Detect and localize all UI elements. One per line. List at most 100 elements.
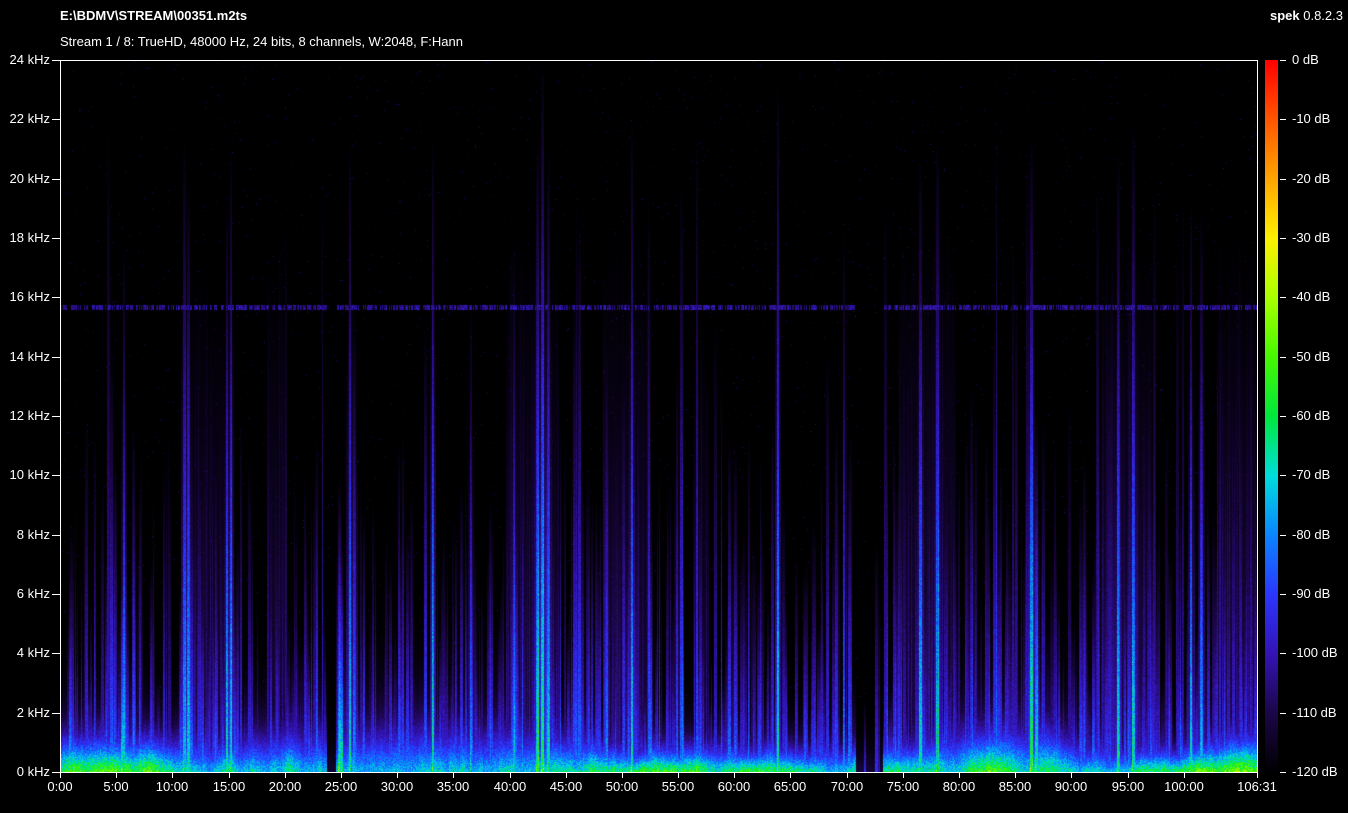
freq-tick-mark (52, 297, 60, 298)
freq-tick-mark (52, 357, 60, 358)
db-tick-label: -90 dB (1292, 586, 1348, 602)
file-path-title: E:\BDMV\STREAM\00351.m2ts (60, 8, 247, 23)
freq-tick-label: 2 kHz (0, 705, 50, 721)
time-tick-mark (790, 773, 791, 778)
time-tick-label: 95:00 (1096, 779, 1160, 795)
freq-tick-label: 16 kHz (0, 289, 50, 305)
db-tick-mark (1280, 297, 1286, 298)
db-tick-mark (1280, 357, 1286, 358)
freq-tick-label: 10 kHz (0, 467, 50, 483)
time-tick-label: 5:00 (84, 779, 148, 795)
db-tick-label: -40 dB (1292, 289, 1348, 305)
time-tick-label: 55:00 (646, 779, 710, 795)
freq-tick-mark (52, 119, 60, 120)
db-tick-mark (1280, 60, 1286, 61)
spek-app-window: E:\BDMV\STREAM\00351.m2ts Stream 1 / 8: … (0, 0, 1348, 813)
db-tick-mark (1280, 119, 1286, 120)
time-tick-mark (566, 773, 567, 778)
time-tick-label: 50:00 (590, 779, 654, 795)
freq-tick-label: 24 kHz (0, 52, 50, 68)
time-tick-mark (1071, 773, 1072, 778)
db-tick-mark (1280, 713, 1286, 714)
app-version: 0.8.2.3 (1303, 8, 1343, 23)
freq-tick-mark (52, 713, 60, 714)
time-tick-mark (285, 773, 286, 778)
freq-tick-mark (52, 179, 60, 180)
db-tick-label: -60 dB (1292, 408, 1348, 424)
time-tick-label: 60:00 (702, 779, 766, 795)
db-tick-label: -70 dB (1292, 467, 1348, 483)
time-tick-label: 25:00 (309, 779, 373, 795)
time-tick-mark (1184, 773, 1185, 778)
time-tick-label: 70:00 (815, 779, 879, 795)
stream-info-subtitle: Stream 1 / 8: TrueHD, 48000 Hz, 24 bits,… (60, 34, 463, 49)
db-tick-mark (1280, 772, 1286, 773)
time-tick-mark (172, 773, 173, 778)
db-tick-label: -80 dB (1292, 527, 1348, 543)
time-tick-label: 15:00 (197, 779, 261, 795)
time-tick-mark (510, 773, 511, 778)
time-tick-mark (116, 773, 117, 778)
db-tick-label: -120 dB (1292, 764, 1348, 780)
freq-tick-label: 4 kHz (0, 645, 50, 661)
freq-tick-label: 20 kHz (0, 171, 50, 187)
app-brand: spek 0.8.2.3 (1270, 8, 1343, 23)
time-tick-mark (1257, 773, 1258, 778)
freq-tick-label: 14 kHz (0, 349, 50, 365)
colorbar-gradient (1265, 60, 1278, 773)
freq-tick-mark (52, 594, 60, 595)
time-tick-mark (397, 773, 398, 778)
freq-tick-mark (52, 60, 60, 61)
db-tick-label: -100 dB (1292, 645, 1348, 661)
spectrogram-plot (60, 60, 1258, 773)
freq-tick-label: 22 kHz (0, 111, 50, 127)
time-tick-mark (734, 773, 735, 778)
time-tick-mark (678, 773, 679, 778)
time-tick-label: 75:00 (871, 779, 935, 795)
time-tick-mark (453, 773, 454, 778)
freq-tick-mark (52, 772, 60, 773)
freq-tick-mark (52, 416, 60, 417)
time-tick-mark (1128, 773, 1129, 778)
time-tick-label: 90:00 (1039, 779, 1103, 795)
freq-tick-mark (52, 653, 60, 654)
time-tick-mark (229, 773, 230, 778)
db-tick-label: 0 dB (1292, 52, 1348, 68)
db-tick-mark (1280, 238, 1286, 239)
freq-tick-mark (52, 535, 60, 536)
time-tick-mark (903, 773, 904, 778)
db-tick-mark (1280, 475, 1286, 476)
db-tick-mark (1280, 594, 1286, 595)
db-tick-mark (1280, 416, 1286, 417)
time-tick-label: 45:00 (534, 779, 598, 795)
time-tick-label: 35:00 (421, 779, 485, 795)
time-tick-label: 0:00 (28, 779, 92, 795)
time-tick-mark (1015, 773, 1016, 778)
freq-tick-label: 8 kHz (0, 527, 50, 543)
time-tick-label: 30:00 (365, 779, 429, 795)
time-tick-mark (60, 773, 61, 778)
time-tick-mark (847, 773, 848, 778)
time-tick-label: 80:00 (927, 779, 991, 795)
db-tick-label: -10 dB (1292, 111, 1348, 127)
time-tick-label: 40:00 (478, 779, 542, 795)
freq-tick-label: 6 kHz (0, 586, 50, 602)
time-tick-label: 10:00 (140, 779, 204, 795)
time-tick-label: 85:00 (983, 779, 1047, 795)
db-tick-label: -50 dB (1292, 349, 1348, 365)
spectrogram-canvas (61, 61, 1257, 772)
freq-tick-label: 0 kHz (0, 764, 50, 780)
db-tick-mark (1280, 535, 1286, 536)
db-tick-label: -110 dB (1292, 705, 1348, 721)
freq-tick-mark (52, 238, 60, 239)
time-tick-mark (959, 773, 960, 778)
time-tick-label: 100:00 (1152, 779, 1216, 795)
freq-tick-mark (52, 475, 60, 476)
time-tick-label: 65:00 (758, 779, 822, 795)
time-tick-mark (622, 773, 623, 778)
freq-tick-label: 12 kHz (0, 408, 50, 424)
time-tick-mark (341, 773, 342, 778)
db-tick-label: -30 dB (1292, 230, 1348, 246)
db-tick-mark (1280, 653, 1286, 654)
db-tick-mark (1280, 179, 1286, 180)
